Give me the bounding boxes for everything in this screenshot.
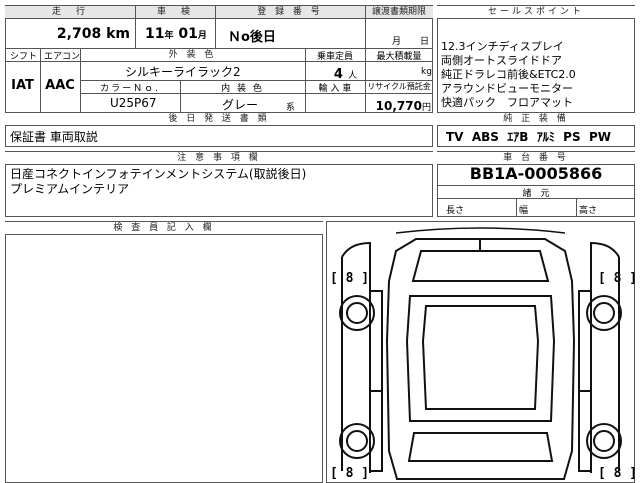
sales-points-header: セールスポイント bbox=[437, 6, 635, 18]
color-no-value: U25P67 bbox=[110, 96, 157, 110]
equipment-list: TV ABS ｴｱB ｱﾙﾐ PS PW bbox=[446, 128, 611, 145]
interior-color-value: グレー bbox=[222, 98, 259, 112]
recycle-header: リサイクル預託金 bbox=[367, 82, 431, 91]
transfer-deadline-header: 譲渡書類期限 bbox=[365, 6, 433, 18]
wheel-rear-right bbox=[586, 423, 622, 459]
registration-header: 登 録 番 号 bbox=[215, 6, 365, 18]
height-label: 高さ bbox=[579, 206, 598, 216]
sales-point-item: 純正ドラレコ前後&ETC2.0 bbox=[441, 68, 576, 81]
length-label: 長さ bbox=[446, 206, 465, 216]
chassis-header: 車 台 番 号 bbox=[437, 152, 635, 164]
width-label: 幅 bbox=[519, 206, 529, 216]
wheel-rear-left bbox=[339, 423, 375, 459]
notes-lines: 日産コネクトインフォテインメントシステム(取説後日) プレミアムインテリア bbox=[10, 167, 306, 197]
equipment-item: TV bbox=[446, 130, 464, 144]
chassis-value: BB1A-0005866 bbox=[469, 164, 603, 183]
equipment-item: ABS bbox=[471, 130, 499, 144]
sales-point-item: アラウンドビューモニター bbox=[441, 82, 573, 95]
equipment-header: 純 正 装 備 bbox=[437, 113, 635, 125]
equipment-item: PS bbox=[563, 130, 581, 144]
aircon-value: AAC bbox=[45, 78, 75, 93]
registration-value: Ｎo後日 bbox=[228, 30, 276, 45]
equipment-item: ｱﾙﾐ bbox=[536, 130, 555, 144]
max-load-unit: kg bbox=[421, 67, 432, 77]
inspection-header: 車 検 bbox=[135, 6, 215, 18]
equipment-item: ｴｱB bbox=[507, 130, 529, 144]
sales-point-item: 両側オートスライドドア bbox=[441, 54, 562, 67]
exterior-color-header: 外 装 色 bbox=[80, 49, 305, 61]
sales-point-item: 12.3インチディスプレイ bbox=[441, 40, 564, 53]
mileage-value: 2,708 km bbox=[56, 26, 130, 42]
mileage-unit: km bbox=[106, 26, 130, 42]
inspector-box bbox=[5, 221, 323, 483]
equipment-item: PW bbox=[588, 130, 611, 144]
inspection-value: 11年 01月 bbox=[145, 26, 207, 42]
sales-point-item: 快適パック フロアマット bbox=[441, 96, 573, 109]
notes-line: 日産コネクトインフォテインメントシステム(取説後日) bbox=[10, 167, 307, 181]
wheel-front-left bbox=[339, 295, 375, 331]
shift-value: IAT bbox=[11, 78, 34, 93]
sales-points-list: 12.3インチディスプレイ 両側オートスライドドア 純正ドラレコ前後&ETC2.… bbox=[441, 40, 633, 110]
exterior-color-value: シルキーライラック2 bbox=[125, 65, 241, 79]
mileage-header: 走 行 bbox=[5, 6, 135, 18]
inspection-year-unit: 年 bbox=[164, 31, 174, 41]
transfer-deadline-day: 日 bbox=[420, 37, 430, 47]
notes-line: プレミアムインテリア bbox=[10, 182, 130, 196]
later-docs-value: 保証書 車両取説 bbox=[10, 130, 98, 144]
notes-header: 注 意 事 項 欄 bbox=[5, 152, 433, 164]
inspection-month-unit: 月 bbox=[197, 31, 207, 41]
car-outline-diagram bbox=[339, 227, 622, 480]
inspector-header: 検 査 員 記 入 欄 bbox=[5, 222, 323, 234]
transfer-deadline-month: 月 bbox=[392, 37, 402, 47]
wheel-front-right bbox=[586, 295, 622, 331]
later-docs-header: 後 日 発 送 書 類 bbox=[5, 113, 433, 125]
